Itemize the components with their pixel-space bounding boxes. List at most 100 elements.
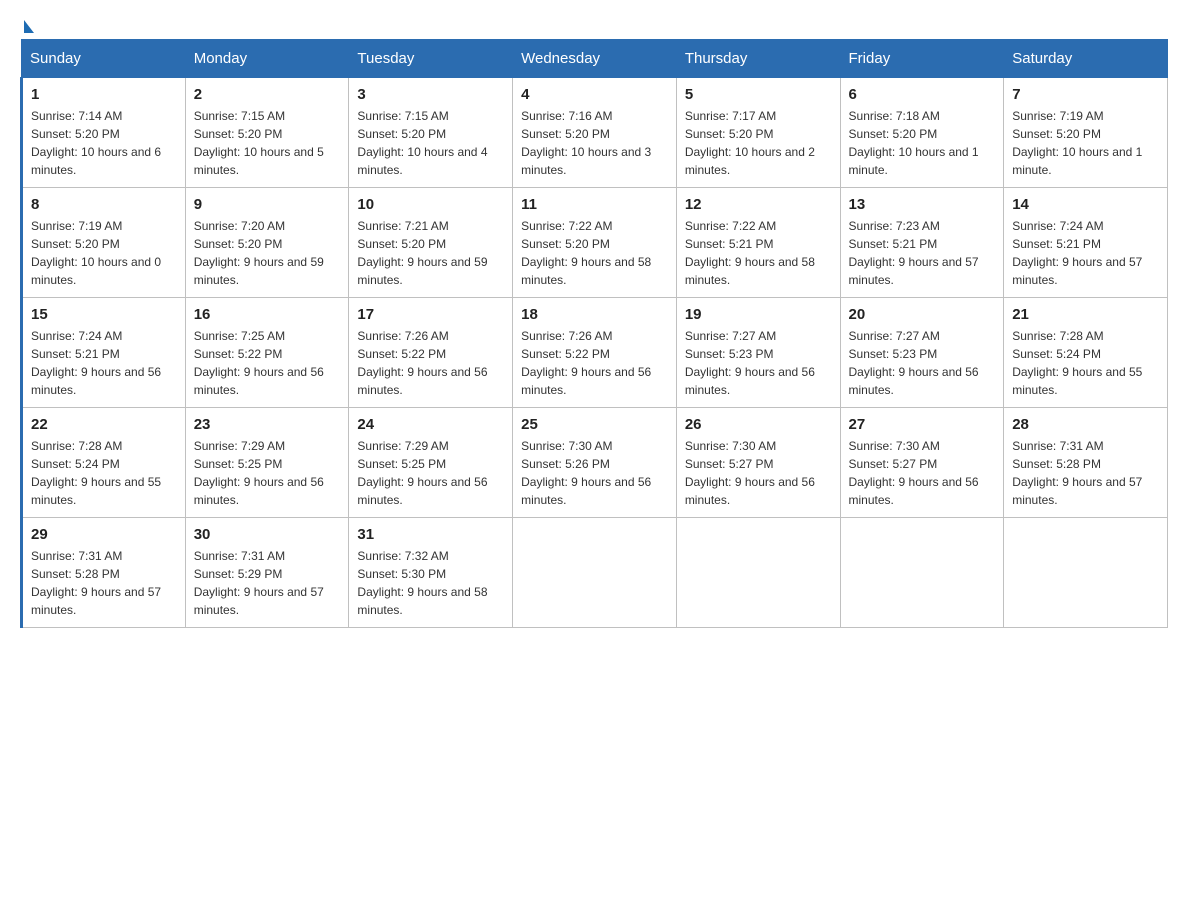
- calendar-cell: [840, 518, 1004, 628]
- day-number: 21: [1012, 306, 1159, 323]
- day-number: 3: [357, 86, 504, 103]
- week-row-5: 29 Sunrise: 7:31 AMSunset: 5:28 PMDayligh…: [22, 518, 1168, 628]
- day-number: 2: [194, 86, 341, 103]
- day-info: Sunrise: 7:25 AMSunset: 5:22 PMDaylight:…: [194, 327, 341, 399]
- day-number: 4: [521, 86, 668, 103]
- day-info: Sunrise: 7:30 AMSunset: 5:26 PMDaylight:…: [521, 437, 668, 509]
- day-header-tuesday: Tuesday: [349, 40, 513, 78]
- day-number: 28: [1012, 416, 1159, 433]
- calendar-cell: 27 Sunrise: 7:30 AMSunset: 5:27 PMDayligh…: [840, 408, 1004, 518]
- day-number: 24: [357, 416, 504, 433]
- page-header: [20, 20, 1168, 29]
- calendar-cell: 30Sunrise: 7:31 AMSunset: 5:29 PMDayligh…: [185, 518, 349, 628]
- day-number: 20: [849, 306, 996, 323]
- day-number: 9: [194, 196, 341, 213]
- day-info: Sunrise: 7:22 AMSunset: 5:21 PMDaylight:…: [685, 217, 832, 289]
- calendar-cell: 7 Sunrise: 7:19 AMSunset: 5:20 PMDaylight…: [1004, 78, 1168, 188]
- calendar-cell: 10 Sunrise: 7:21 AMSunset: 5:20 PMDayligh…: [349, 188, 513, 298]
- day-number: 10: [357, 196, 504, 213]
- day-header-thursday: Thursday: [676, 40, 840, 78]
- calendar-cell: 11Sunrise: 7:22 AMSunset: 5:20 PMDayligh…: [513, 188, 677, 298]
- day-number: 29: [31, 526, 177, 543]
- calendar-cell: 3 Sunrise: 7:15 AMSunset: 5:20 PMDaylight…: [349, 78, 513, 188]
- day-info: Sunrise: 7:26 AMSunset: 5:22 PMDaylight:…: [521, 327, 668, 399]
- calendar-body: 1 Sunrise: 7:14 AMSunset: 5:20 PMDaylight…: [22, 78, 1168, 628]
- day-info: Sunrise: 7:31 AMSunset: 5:28 PMDaylight:…: [1012, 437, 1159, 509]
- day-number: 15: [31, 306, 177, 323]
- day-info: Sunrise: 7:28 AMSunset: 5:24 PMDaylight:…: [1012, 327, 1159, 399]
- calendar-cell: 1 Sunrise: 7:14 AMSunset: 5:20 PMDaylight…: [22, 78, 186, 188]
- day-info: Sunrise: 7:24 AMSunset: 5:21 PMDaylight:…: [31, 327, 177, 399]
- calendar-cell: 21 Sunrise: 7:28 AMSunset: 5:24 PMDayligh…: [1004, 298, 1168, 408]
- day-info: Sunrise: 7:31 AMSunset: 5:29 PMDaylight:…: [194, 547, 341, 619]
- day-info: Sunrise: 7:21 AMSunset: 5:20 PMDaylight:…: [357, 217, 504, 289]
- day-info: Sunrise: 7:31 AMSunset: 5:28 PMDaylight:…: [31, 547, 177, 619]
- calendar-cell: 26 Sunrise: 7:30 AMSunset: 5:27 PMDayligh…: [676, 408, 840, 518]
- day-number: 13: [849, 196, 996, 213]
- day-header-saturday: Saturday: [1004, 40, 1168, 78]
- logo-text: [20, 20, 34, 33]
- calendar-cell: 29 Sunrise: 7:31 AMSunset: 5:28 PMDayligh…: [22, 518, 186, 628]
- logo: [20, 20, 34, 29]
- day-number: 6: [849, 86, 996, 103]
- day-info: Sunrise: 7:23 AMSunset: 5:21 PMDaylight:…: [849, 217, 996, 289]
- calendar-cell: [676, 518, 840, 628]
- calendar-cell: 12 Sunrise: 7:22 AMSunset: 5:21 PMDayligh…: [676, 188, 840, 298]
- calendar-cell: 16 Sunrise: 7:25 AMSunset: 5:22 PMDayligh…: [185, 298, 349, 408]
- day-number: 8: [31, 196, 177, 213]
- calendar-cell: 9Sunrise: 7:20 AMSunset: 5:20 PMDaylight…: [185, 188, 349, 298]
- day-header-wednesday: Wednesday: [513, 40, 677, 78]
- day-info: Sunrise: 7:16 AMSunset: 5:20 PMDaylight:…: [521, 107, 668, 179]
- day-header-friday: Friday: [840, 40, 1004, 78]
- day-info: Sunrise: 7:28 AMSunset: 5:24 PMDaylight:…: [31, 437, 177, 509]
- calendar-cell: 28 Sunrise: 7:31 AMSunset: 5:28 PMDayligh…: [1004, 408, 1168, 518]
- week-row-1: 1 Sunrise: 7:14 AMSunset: 5:20 PMDaylight…: [22, 78, 1168, 188]
- day-info: Sunrise: 7:19 AMSunset: 5:20 PMDaylight:…: [1012, 107, 1159, 179]
- day-header-row: SundayMondayTuesdayWednesdayThursdayFrid…: [22, 40, 1168, 78]
- day-number: 26: [685, 416, 832, 433]
- day-number: 27: [849, 416, 996, 433]
- day-info: Sunrise: 7:29 AMSunset: 5:25 PMDaylight:…: [357, 437, 504, 509]
- day-number: 19: [685, 306, 832, 323]
- day-info: Sunrise: 7:27 AMSunset: 5:23 PMDaylight:…: [685, 327, 832, 399]
- day-number: 25: [521, 416, 668, 433]
- day-number: 18: [521, 306, 668, 323]
- calendar-cell: 19 Sunrise: 7:27 AMSunset: 5:23 PMDayligh…: [676, 298, 840, 408]
- calendar-cell: 20 Sunrise: 7:27 AMSunset: 5:23 PMDayligh…: [840, 298, 1004, 408]
- calendar-cell: 18 Sunrise: 7:26 AMSunset: 5:22 PMDayligh…: [513, 298, 677, 408]
- day-number: 14: [1012, 196, 1159, 213]
- day-info: Sunrise: 7:30 AMSunset: 5:27 PMDaylight:…: [685, 437, 832, 509]
- calendar-cell: 6 Sunrise: 7:18 AMSunset: 5:20 PMDaylight…: [840, 78, 1004, 188]
- day-number: 12: [685, 196, 832, 213]
- day-number: 1: [31, 86, 177, 103]
- week-row-3: 15 Sunrise: 7:24 AMSunset: 5:21 PMDayligh…: [22, 298, 1168, 408]
- day-number: 22: [31, 416, 177, 433]
- calendar-cell: 17Sunrise: 7:26 AMSunset: 5:22 PMDayligh…: [349, 298, 513, 408]
- week-row-4: 22 Sunrise: 7:28 AMSunset: 5:24 PMDayligh…: [22, 408, 1168, 518]
- calendar-cell: 22 Sunrise: 7:28 AMSunset: 5:24 PMDayligh…: [22, 408, 186, 518]
- day-info: Sunrise: 7:15 AMSunset: 5:20 PMDaylight:…: [357, 107, 504, 179]
- day-info: Sunrise: 7:30 AMSunset: 5:27 PMDaylight:…: [849, 437, 996, 509]
- calendar-cell: 24 Sunrise: 7:29 AMSunset: 5:25 PMDayligh…: [349, 408, 513, 518]
- calendar-cell: 14Sunrise: 7:24 AMSunset: 5:21 PMDayligh…: [1004, 188, 1168, 298]
- calendar-cell: 5Sunrise: 7:17 AMSunset: 5:20 PMDaylight…: [676, 78, 840, 188]
- calendar-cell: 23Sunrise: 7:29 AMSunset: 5:25 PMDayligh…: [185, 408, 349, 518]
- calendar-cell: 31 Sunrise: 7:32 AMSunset: 5:30 PMDayligh…: [349, 518, 513, 628]
- day-info: Sunrise: 7:18 AMSunset: 5:20 PMDaylight:…: [849, 107, 996, 179]
- day-header-sunday: Sunday: [22, 40, 186, 78]
- calendar-cell: [513, 518, 677, 628]
- day-number: 31: [357, 526, 504, 543]
- day-info: Sunrise: 7:32 AMSunset: 5:30 PMDaylight:…: [357, 547, 504, 619]
- day-info: Sunrise: 7:27 AMSunset: 5:23 PMDaylight:…: [849, 327, 996, 399]
- calendar-cell: 15 Sunrise: 7:24 AMSunset: 5:21 PMDayligh…: [22, 298, 186, 408]
- day-header-monday: Monday: [185, 40, 349, 78]
- calendar-header: SundayMondayTuesdayWednesdayThursdayFrid…: [22, 40, 1168, 78]
- day-info: Sunrise: 7:14 AMSunset: 5:20 PMDaylight:…: [31, 107, 177, 179]
- week-row-2: 8Sunrise: 7:19 AMSunset: 5:20 PMDaylight…: [22, 188, 1168, 298]
- day-info: Sunrise: 7:22 AMSunset: 5:20 PMDaylight:…: [521, 217, 668, 289]
- day-info: Sunrise: 7:17 AMSunset: 5:20 PMDaylight:…: [685, 107, 832, 179]
- day-number: 7: [1012, 86, 1159, 103]
- day-number: 17: [357, 306, 504, 323]
- day-number: 16: [194, 306, 341, 323]
- logo-arrow-icon: [24, 20, 34, 33]
